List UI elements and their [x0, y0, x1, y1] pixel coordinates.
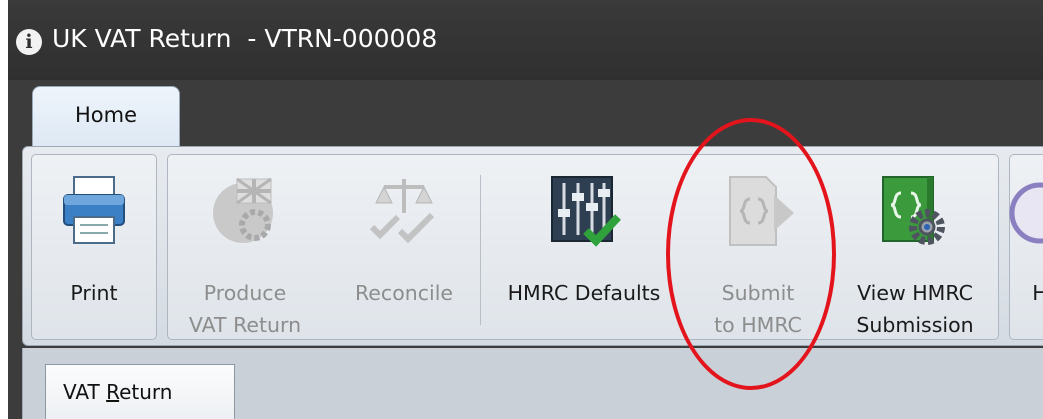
vat-return-window: i UK VAT Return - VTRN-000008 Home Print: [8, 0, 1043, 419]
partial-circle-icon: [1009, 182, 1043, 244]
produce-vat-return-label: Produce VAT Return: [188, 281, 302, 337]
printer-icon: [63, 176, 125, 244]
sliders-check-icon: [551, 176, 621, 247]
view-hmrc-submission-label: View HMRC Submission: [856, 281, 974, 337]
partial-h-label: H: [1032, 281, 1043, 305]
print-label: Print: [70, 281, 118, 305]
ribbon-separator: [480, 175, 481, 325]
ribbon-group-vat: Produce VAT Return Reconcile HMRC Defaul…: [167, 154, 999, 340]
reconcile-label: Reconcile: [354, 281, 453, 305]
title-bar: i UK VAT Return - VTRN-000008: [8, 0, 1043, 80]
scales-checkmarks-icon: [369, 179, 435, 244]
ribbon: Print Produce VAT Return Reconcile HMRC …: [22, 146, 1043, 346]
info-circle-icon: i: [16, 29, 42, 55]
ribbon-group-partial: H: [1009, 154, 1043, 340]
hmrc-defaults-label: HMRC Defaults: [507, 281, 661, 305]
tab-vat-prefix: VAT: [63, 380, 107, 404]
tab-home[interactable]: Home: [32, 86, 180, 148]
tab-vat-suffix: eturn: [119, 380, 173, 404]
document-gear-icon: [882, 176, 945, 245]
window-title: UK VAT Return - VTRN-000008: [52, 24, 438, 53]
submit-document-icon: [729, 176, 794, 246]
ribbon-group-print: Print: [31, 154, 157, 340]
document-area: VAT Return: [22, 348, 1043, 419]
submit-to-hmrc-label: Submit to HMRC: [714, 281, 802, 337]
gear-uk-flag-icon: [213, 177, 273, 243]
tab-vat-mnemonic: R: [106, 380, 120, 404]
tab-vat-return[interactable]: VAT Return: [45, 364, 235, 419]
